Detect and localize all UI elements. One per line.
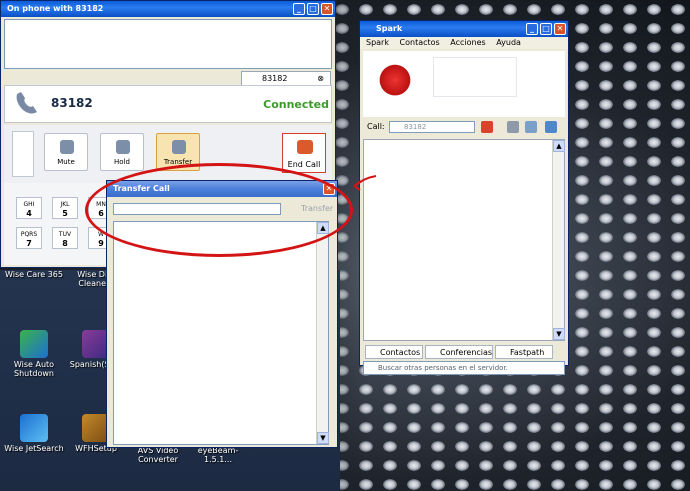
message-icon[interactable] — [545, 121, 557, 133]
maximize-icon[interactable]: □ — [540, 23, 552, 35]
desktop-icon-label: Wise Care 365 — [5, 270, 63, 279]
desktop-icon-eyebeam[interactable]: eyeBeam-1.5.1... — [186, 446, 250, 464]
microphone-icon — [60, 140, 74, 154]
minimize-icon[interactable]: _ — [526, 23, 538, 35]
key-letters: PQRS — [20, 231, 38, 238]
annotation-arrow-icon — [353, 175, 377, 191]
tab-label: Contactos — [380, 348, 421, 357]
volume-slider[interactable] — [12, 131, 34, 177]
dial-icon[interactable] — [481, 121, 493, 133]
spark-title: Spark — [376, 24, 403, 33]
add-contact-icon[interactable] — [525, 121, 537, 133]
phone-window-titlebar[interactable]: On phone with 83182 _ □ ✕ — [1, 1, 335, 17]
handset-icon — [16, 92, 37, 114]
spark-call-row: Call: 83182 — [363, 118, 565, 136]
key-letters: TUV — [58, 231, 72, 238]
menu-spark[interactable]: Spark — [366, 38, 389, 47]
search-app-icon — [20, 414, 48, 442]
tab-fastpath[interactable]: Fastpath — [495, 345, 553, 359]
spark-window: Spark _ □ ✕ Spark Contactos Acciones Ayu… — [359, 20, 569, 375]
desktop-icon-wise-care[interactable]: Wise Care 365 — [2, 270, 66, 279]
tab-label: Conferencias — [440, 348, 493, 357]
key-4[interactable]: GHI 4 — [16, 197, 42, 219]
call-input[interactable]: 83182 — [389, 121, 475, 133]
desktop-icon-label: Wise JetSearch — [4, 444, 64, 453]
hold-label: Hold — [114, 158, 130, 166]
status-panel — [433, 57, 517, 97]
mute-button[interactable]: Mute — [44, 133, 88, 171]
call-label: Call: — [367, 122, 385, 131]
spark-search-input[interactable]: Buscar otras personas en el servidor. — [363, 361, 565, 375]
tab-label: 83182 — [262, 74, 288, 83]
tab-conferencias[interactable]: Conferencias — [425, 345, 493, 359]
annotation-text: This does not appear in the user spark t… — [387, 159, 534, 180]
spark-menubar: Spark Contactos Acciones Ayuda — [360, 37, 568, 49]
desktop-icon-label: Wise Auto Shutdown — [13, 360, 55, 378]
avatar[interactable] — [371, 57, 419, 99]
tab-label: Fastpath — [510, 348, 545, 357]
phone-window-title: On phone with 83182 — [7, 4, 104, 13]
hold-button[interactable]: Hold — [100, 133, 144, 171]
tab-contactos[interactable]: Contactos — [365, 345, 423, 359]
key-digit: 4 — [26, 209, 32, 218]
spark-tab-bar: Contactos Conferencias Fastpath — [363, 345, 565, 359]
key-7[interactable]: PQRS 7 — [16, 227, 42, 249]
mute-label: Mute — [57, 158, 75, 166]
menu-contactos[interactable]: Contactos — [400, 38, 440, 47]
key-5[interactable]: JKL 5 — [52, 197, 78, 219]
menu-ayuda[interactable]: Ayuda — [496, 38, 521, 47]
tab-close-icon[interactable]: ⊗ — [317, 72, 324, 85]
chat-transcript — [4, 19, 332, 69]
scroll-down-icon[interactable]: ▼ — [553, 328, 565, 340]
annotation-oval — [85, 163, 353, 257]
end-call-label: End Call — [287, 160, 321, 169]
key-digit: 5 — [62, 209, 68, 218]
shutdown-app-icon — [20, 330, 48, 358]
key-digit: 7 — [26, 239, 32, 248]
close-icon[interactable]: ✕ — [554, 23, 566, 35]
call-status-bar: 83182 Connected — [4, 85, 332, 123]
spark-titlebar[interactable]: Spark _ □ ✕ — [360, 21, 568, 37]
call-tab[interactable]: 83182 ⊗ — [241, 71, 331, 85]
key-letters: JKL — [60, 201, 70, 208]
hangup-icon — [297, 140, 313, 154]
spark-profile — [363, 51, 565, 117]
call-status: Connected — [263, 98, 329, 111]
scroll-up-icon[interactable]: ▲ — [553, 140, 565, 152]
phone-number: 83182 — [51, 96, 93, 110]
transfer-icon — [172, 140, 186, 154]
phone-icon[interactable] — [507, 121, 519, 133]
scrollbar[interactable]: ▲ ▼ — [316, 222, 329, 444]
minimize-icon[interactable]: _ — [293, 3, 305, 15]
key-letters: GHI — [23, 201, 35, 208]
desktop-icon-wise-auto-shutdown[interactable]: Wise Auto Shutdown — [2, 330, 66, 378]
desktop-icon-wise-jetsearch[interactable]: Wise JetSearch — [2, 414, 66, 453]
scroll-down-icon[interactable]: ▼ — [317, 432, 329, 444]
close-icon[interactable]: ✕ — [321, 3, 333, 15]
maximize-icon[interactable]: □ — [307, 3, 319, 15]
key-digit: 8 — [62, 239, 68, 248]
desktop-icon-label: eyeBeam-1.5.1... — [197, 446, 239, 464]
search-placeholder: Buscar otras personas en el servidor. — [378, 364, 508, 372]
desktop-icon-avs-video[interactable]: AVS Video Converter — [126, 446, 190, 464]
call-input-value: 83182 — [404, 123, 427, 131]
desktop-icon-label: AVS Video Converter — [137, 446, 179, 464]
menu-acciones[interactable]: Acciones — [450, 38, 485, 47]
end-call-button[interactable]: End Call — [282, 133, 326, 173]
hold-icon — [116, 140, 130, 154]
key-8[interactable]: TUV 8 — [52, 227, 78, 249]
